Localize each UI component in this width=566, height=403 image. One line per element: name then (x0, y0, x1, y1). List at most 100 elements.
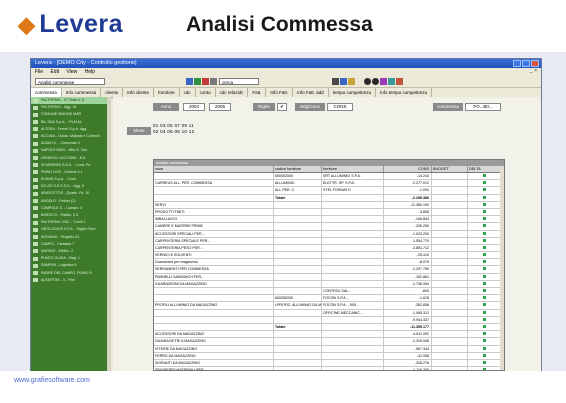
table-row[interactable]: CARPENTERIA PESO PER... -3.851.712 (154, 244, 504, 253)
report-select[interactable]: Analisi commesse (35, 78, 105, 85)
table-row[interactable]: 600002000 SRT ALLUMINIO S.P.A. -14.244 (154, 173, 504, 181)
table-row[interactable]: PANNELLI SANDWICH PER... -152.861 (154, 273, 504, 281)
table-row[interactable]: CARPENTERIA SPECIALE PER... -1.054.770 (154, 237, 504, 245)
list-item[interactable]: ALTERA - Ferrari S.p.A. Agg. (31, 126, 111, 133)
list-item[interactable]: ALBAH C. - Comunale 2 (31, 140, 111, 147)
search-input[interactable]: cerca (219, 78, 259, 85)
sort-icon[interactable] (332, 78, 339, 85)
tab-info-commessa[interactable]: Info commessa (62, 88, 102, 97)
tab-info-fatt[interactable]: Info Fatt. (266, 88, 294, 97)
table-row[interactable]: VERNICI E SOLVENTI -25.410 (154, 252, 504, 260)
table-row[interactable]: Totale -11.355.177 (154, 323, 504, 332)
print-icon[interactable] (202, 78, 209, 85)
col-cons[interactable]: CONS (384, 166, 432, 172)
list-item[interactable]: SCIARRONI S.A.S. - Cond. Pe. (31, 162, 111, 169)
tab-info-cliente[interactable]: Info cliente (123, 88, 155, 97)
anno-from-field[interactable]: 2004 (183, 103, 205, 111)
tab-cliente[interactable]: cliente (101, 88, 124, 97)
list-item[interactable]: ANGELO - Pinfoni (2) (31, 198, 111, 205)
chart-icon[interactable] (348, 78, 355, 85)
menu-file[interactable]: File (35, 69, 43, 75)
list-item[interactable]: PIANO LIVE - Cinema 2.1 (31, 169, 111, 176)
table-row[interactable]: VITERIE DA MAGAZZINO -567.344 (154, 345, 504, 353)
list-item[interactable]: ELMAR S.p.A. - Costi (31, 176, 111, 183)
list-item[interactable]: BIL.SDA S.p.A. - FILM AL (31, 119, 111, 126)
mese-selector[interactable]: 01 03 05 07 09 11 02 04 06 08 10 12 (153, 123, 207, 143)
commessa-field[interactable]: FO...B0... (465, 103, 501, 111)
table-row[interactable]: ZIGRANTI DA MAGAZZINO -318.276 (154, 359, 504, 368)
list-item[interactable]: BAROCCI - Partito. 2.3 (31, 212, 111, 219)
close-button[interactable] (531, 60, 539, 67)
table-row[interactable]: FERRO DA MAGAZZINO -41.058 (154, 352, 504, 360)
minimize-button[interactable] (513, 60, 521, 67)
list-item[interactable]: RAMPINI - Logistica 6 (31, 262, 111, 269)
nav-forward-icon[interactable] (372, 78, 379, 85)
list-item[interactable]: GENESIO / ACCIONE - E.E. (31, 155, 111, 162)
list-item[interactable]: CAMPOLE D. - Campo. 4 (31, 205, 111, 212)
budget-select[interactable]: CONS (327, 103, 353, 111)
list-item[interactable]: ARASOTTOS - Quadri. Pz. 10 (31, 190, 111, 197)
export-icon[interactable] (388, 78, 395, 85)
col-codice-fornitore[interactable]: codice fornitore (274, 166, 322, 172)
list-item[interactable]: ARDUINO - Progetto 5 L (31, 234, 111, 241)
table-row[interactable]: SERRAMENTI PER COMMESSA -1.297.750 (154, 266, 504, 274)
list-item[interactable]: COMUNE SIMONE MAR (31, 111, 111, 118)
list-item[interactable]: NAPOLETANO - Mtrs E. Tab. (31, 147, 111, 154)
filter-icon[interactable] (210, 78, 217, 85)
list-item[interactable]: PALTRONIC - Agg. 16 (31, 104, 111, 111)
table-row[interactable]: ALL PER. C. STEL FORMATO -1.094 (154, 187, 504, 195)
maximize-button[interactable] (522, 60, 530, 67)
tab-conto[interactable]: conto (196, 88, 216, 97)
table-row[interactable]: ACCESSORI DA MAGAZZINO -4.811.092 (154, 331, 504, 339)
list-item[interactable]: PADRE DEL CAMPO. PIANO B (31, 270, 111, 277)
table-row[interactable]: PRODOTTI FINITI -3.808 (154, 208, 504, 217)
table-row[interactable]: GUAINA/VETRI A MAGAZZINO -1.315.946 (154, 338, 504, 346)
menu-edit[interactable]: Edit (50, 69, 59, 75)
table-row[interactable]: ACCESSORI SPECIALI PER... -1.023.200 (154, 230, 504, 238)
tab-info-fatt-add[interactable]: Info Fatt. add (293, 88, 329, 97)
table-row[interactable]: PROFILI ALLUMINIO DA MAGAZZINO LPROFIZ. A… (154, 302, 504, 310)
col-delta[interactable]: DELTA (468, 166, 504, 172)
list-item[interactable]: ACCIAIA - Guido. Malpasi e Controlli (31, 133, 111, 140)
menu-help[interactable]: Help (85, 69, 95, 75)
settings-icon[interactable] (380, 78, 387, 85)
tab-info-tempo-competenza[interactable]: Info tempo competenza (376, 88, 432, 97)
table-row[interactable]: GUARNIZIONI DA MAGAZZINO -1.738.394 (154, 280, 504, 288)
refresh-icon[interactable] (340, 78, 347, 85)
table-row[interactable]: CAMERE E MATERIE PRIME -226.250 (154, 223, 504, 231)
col-budget[interactable]: BUDGET (432, 166, 468, 172)
list-item[interactable]: ALBERTINI - 4 - Fern (31, 277, 111, 284)
mdi-controls[interactable]: _ × (530, 68, 537, 74)
list-item[interactable]: MARINO - Elettro. 2 (31, 248, 111, 255)
table-row[interactable]: OFFICINE MECCANIC... -1.065.312 (154, 309, 504, 317)
list-item[interactable]: DO ATI S.S.S.S.S. - Agg. 5 (31, 183, 111, 190)
list-item[interactable]: OROLOGIOS S.P.A. - Sigillo Fiore (31, 226, 111, 233)
anno-to-field[interactable]: 2005 (209, 103, 231, 111)
tab-fatt[interactable]: Fatt. (248, 88, 267, 97)
righe-checkbox[interactable]: ✔ (277, 103, 287, 111)
tab-cdc-relazidc[interactable]: cdc relazidc (216, 88, 249, 97)
nav-back-icon[interactable] (364, 78, 371, 85)
table-row[interactable]: CONTROL SAL... -600 (154, 288, 504, 296)
col-voce[interactable]: voce (154, 166, 274, 172)
sidebar-scrollbar[interactable] (107, 97, 111, 371)
table-row[interactable]: Guarnizioni per magazzino -8.075 (154, 259, 504, 267)
table-row[interactable]: -9.944.337 (154, 316, 504, 324)
tab-commessa[interactable]: commessa (31, 88, 62, 97)
list-item[interactable]: PUNTO GUIDA - Mag. 1 (31, 255, 111, 262)
table-row[interactable]: SERVI -11.380.100 (154, 201, 504, 209)
tab-tempo-competenza[interactable]: tempo competenza (329, 88, 376, 97)
tab-fornitore[interactable]: fornitore (154, 88, 180, 97)
tab-cdc[interactable]: cdc (180, 88, 196, 97)
table-row[interactable]: 600250000 FOCON S.P.A... -1.878 (154, 295, 504, 303)
footer-url[interactable]: www.grafiesoftware.com (14, 377, 90, 384)
table-row[interactable]: CARREUS ALL. PER. COMMESSA ALLUMINIO ELETT… (154, 180, 504, 188)
excel-icon[interactable] (194, 78, 201, 85)
list-item[interactable]: PALTRONIC - D° Note n. 5 (31, 97, 111, 105)
menu-view[interactable]: View (66, 69, 77, 75)
help-icon[interactable] (396, 78, 403, 85)
table-row[interactable]: Totale -2.295.386 (154, 194, 504, 202)
table-row[interactable]: IMBALLAGGI -106.844 (154, 216, 504, 224)
list-item[interactable]: CAMPO - Fantasia 7 (31, 241, 111, 248)
grid-scrollbar[interactable] (500, 166, 504, 370)
